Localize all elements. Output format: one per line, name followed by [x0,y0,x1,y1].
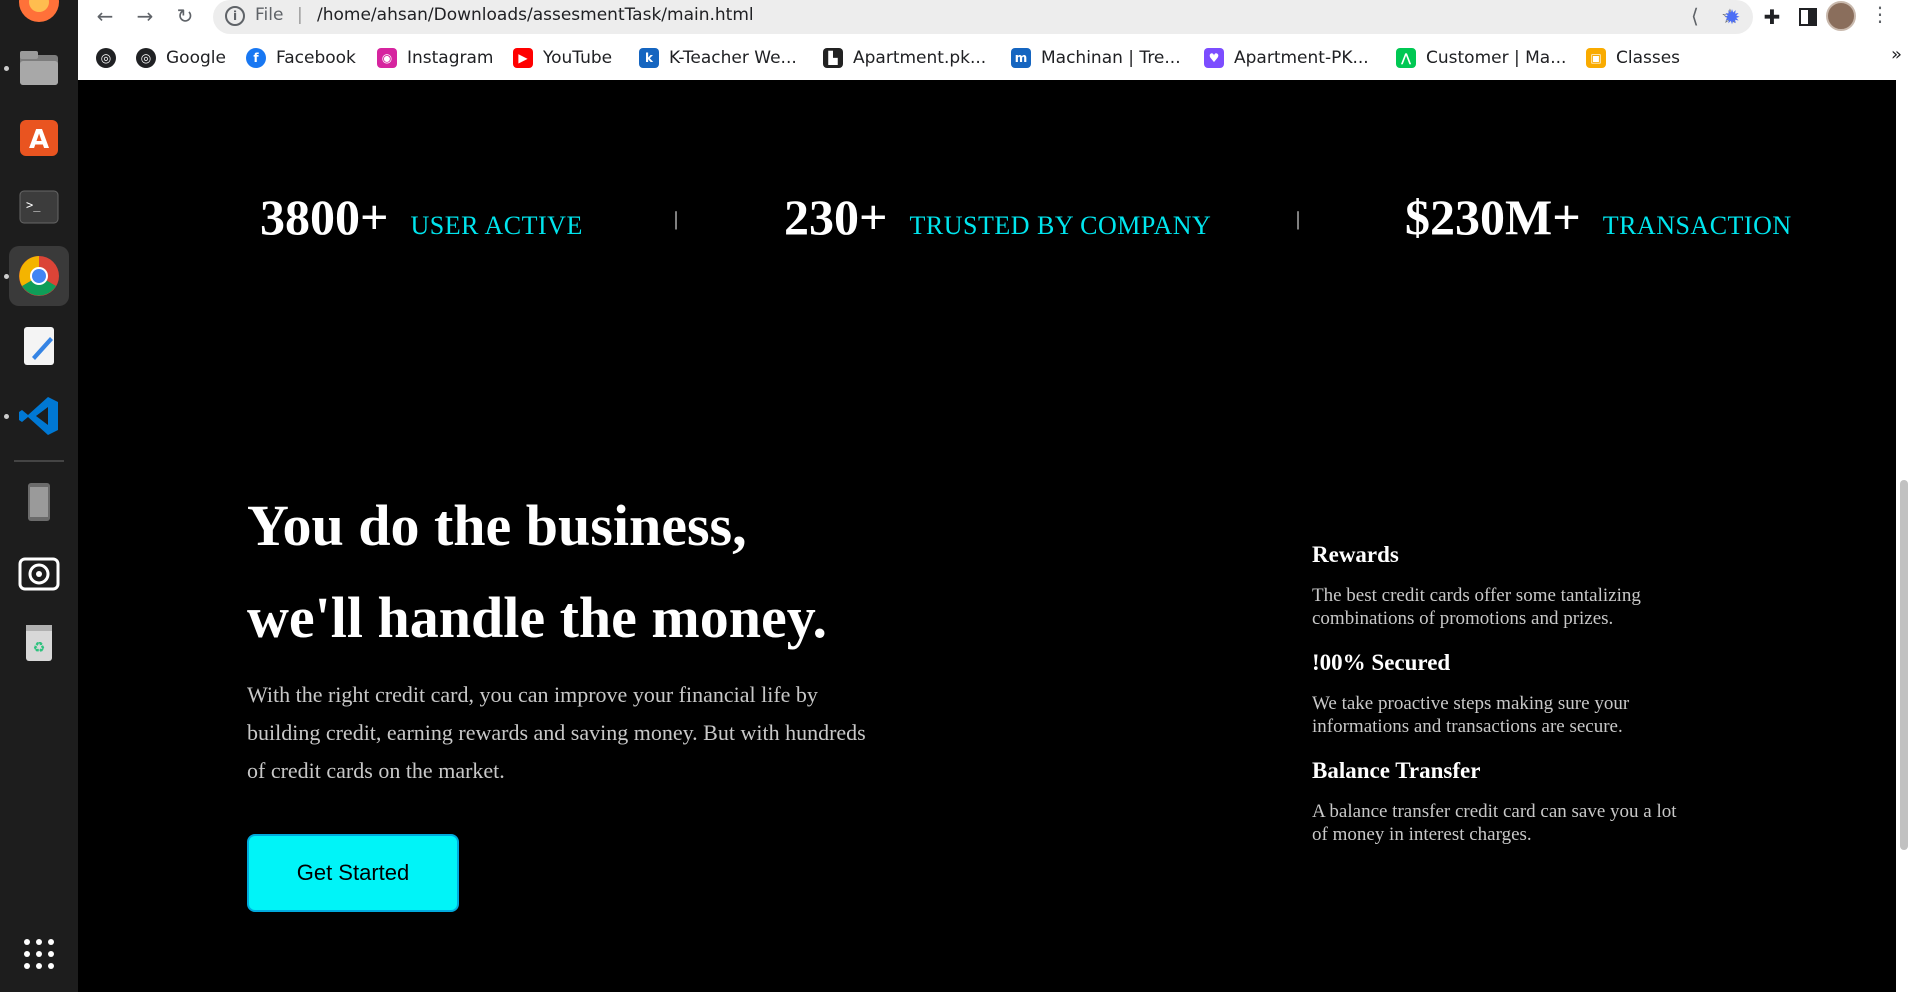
url-text[interactable]: /home/ahsan/Downloads/assesmentTask/main… [317,5,754,25]
feature-title: Rewards [1312,542,1399,567]
feature-title: !00% Secured [1312,650,1451,675]
back-icon[interactable]: ← [90,2,120,30]
get-started-button[interactable]: Get Started [247,834,459,912]
globe-icon: ◎ [136,48,156,68]
headline-line-1: You do the business, [247,493,747,558]
forward-icon[interactable]: → [130,2,160,30]
stat-companies: 230+ TRUSTED BY COMPANY [784,188,1211,246]
vscode-icon[interactable] [9,386,69,446]
stat-label: TRANSACTION [1602,211,1792,240]
bookmark-label: Facebook [276,48,356,68]
features-list: Rewards The best credit cards offer some… [1312,542,1692,866]
feature-description: The best credit cards offer some tantali… [1312,585,1641,629]
bookmark-google[interactable]: ◎ Google [136,44,226,72]
bookmark-label: Classes [1616,48,1681,68]
bookmark-label: Instagram [407,48,494,68]
url-scheme: File [255,5,284,25]
stat-label: USER ACTIVE [410,211,583,240]
apartment-pk-icon: ▙ [823,48,843,68]
svg-text:>_: >_ [26,198,41,212]
text-editor-icon[interactable] [9,316,69,376]
bookmarks-bar: ◎ ◎ Google f Facebook ◉ Instagram ▶ YouT… [78,44,1912,72]
svg-text:A: A [29,125,49,155]
svg-text:♻: ♻ [33,640,46,656]
stat-number: $230M+ [1405,189,1581,245]
stat-divider: | [1296,208,1301,230]
bookmark-label: YouTube [543,48,613,68]
reload-icon[interactable]: ↻ [170,2,200,30]
bookmark-label: Customer | Ma... [1426,48,1567,68]
browser-toolbar: ← → ↻ i File | /home/ahsan/Downloads/ass… [78,0,1912,80]
url-separator: | [297,5,303,25]
show-applications-icon[interactable] [9,924,69,984]
bookmark-apartment-pk[interactable]: ▙ Apartment.pk... [823,44,986,72]
chrome-icon[interactable] [9,246,69,306]
feature-description: We take proactive steps making sure your… [1312,693,1630,737]
info-icon[interactable]: i [225,6,245,26]
stat-number: 230+ [784,189,888,245]
hero-intro: With the right credit card, you can impr… [247,682,866,783]
feature-title: Balance Transfer [1312,758,1481,783]
app-store-icon[interactable]: A [9,107,69,167]
page-scrollbar[interactable] [1896,80,1912,992]
profile-avatar[interactable] [1826,1,1856,31]
feature-secured: !00% Secured We take proactive steps mak… [1312,650,1692,738]
camera-icon[interactable] [9,542,69,602]
scrollbar-thumb[interactable] [1900,480,1908,850]
bookmark-facebook[interactable]: f Facebook [246,44,356,72]
side-panel-icon[interactable] [1794,3,1822,31]
bookmark-customer[interactable]: ⋀ Customer | Ma... [1396,44,1566,72]
stat-divider: | [674,208,679,230]
apartment-pk-heart-icon: ♥ [1204,48,1224,68]
terminal-icon[interactable]: >_ [9,176,69,236]
youtube-icon: ▶ [513,48,533,68]
files-icon[interactable] [9,38,69,98]
menu-kebab-icon[interactable]: ⋮ [1870,2,1890,26]
share-icon[interactable]: ⟨ [1691,4,1699,28]
bookmark-label: Google [166,48,226,68]
bookmark-machinan[interactable]: m Machinan | Tre... [1011,44,1181,72]
customer-icon: ⋀ [1396,48,1416,68]
address-bar[interactable]: i File | /home/ahsan/Downloads/assesment… [213,0,1753,34]
trash-icon[interactable]: ♻ [9,612,69,672]
bookmark-label: Machinan | Tre... [1041,48,1181,68]
instagram-icon: ◉ [377,48,397,68]
facebook-icon: f [246,48,266,68]
stat-transactions: $230M+ TRANSACTION [1405,188,1792,246]
page-content: 3800+ USER ACTIVE | 230+ TRUSTED BY COMP… [78,80,1896,992]
firefox-icon[interactable] [9,0,69,32]
extension-gear-icon[interactable]: ✹ [1718,3,1746,31]
classes-icon: ▣ [1586,48,1606,68]
stat-users: 3800+ USER ACTIVE [260,188,583,246]
globe-icon: ◎ [96,48,116,68]
feature-rewards: Rewards The best credit cards offer some… [1312,542,1692,630]
feature-balance-transfer: Balance Transfer A balance transfer cred… [1312,758,1692,846]
hero-headline: You do the business, we'll handle the mo… [247,480,1047,664]
feature-description: A balance transfer credit card can save … [1312,801,1677,845]
bookmark-apartment-pk-2[interactable]: ♥ Apartment-PK... [1204,44,1369,72]
bookmark-youtube[interactable]: ▶ YouTube [513,44,612,72]
ubuntu-dock: A >_ ♻ [0,0,78,992]
bookmark-instagram[interactable]: ◉ Instagram [377,44,494,72]
bookmark-classes[interactable]: ▣ Classes [1586,44,1680,72]
bookmark-k-teacher[interactable]: k K-Teacher We... [639,44,797,72]
bookmark-label: Apartment-PK... [1234,48,1369,68]
more-bookmarks-chevron-icon[interactable]: » [1891,44,1902,65]
bookmark-globe[interactable]: ◎ [96,44,126,72]
extensions-puzzle-icon[interactable]: ✚ [1758,3,1786,31]
bookmark-label: Apartment.pk... [853,48,987,68]
machinan-icon: m [1011,48,1031,68]
k-teacher-icon: k [639,48,659,68]
stat-label: TRUSTED BY COMPANY [909,211,1212,240]
bookmark-label: K-Teacher We... [669,48,797,68]
stat-number: 3800+ [260,189,389,245]
phone-icon[interactable] [9,472,69,532]
headline-line-2: we'll handle the money. [247,585,828,650]
